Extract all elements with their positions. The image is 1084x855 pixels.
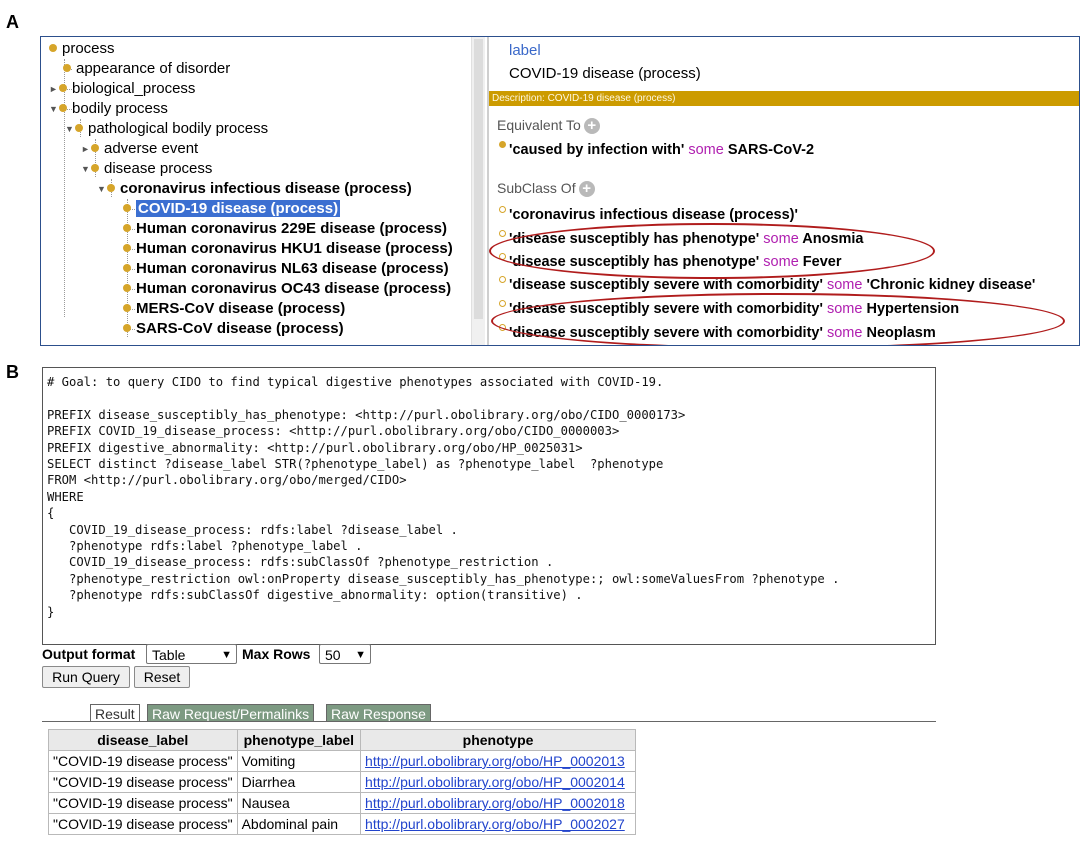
disease-label-cell: "COVID-19 disease process" [48, 813, 238, 835]
tree-node-mers-cov[interactable]: MERS-CoV disease (process) [123, 299, 345, 319]
class-bullet-icon [63, 64, 71, 73]
column-header: disease_label [48, 729, 238, 751]
class-bullet-icon [107, 184, 115, 193]
subclass-axiom[interactable]: 'disease susceptibly severe with comorbi… [499, 276, 1035, 293]
tree-node-biological-process[interactable]: ► biological_process [49, 79, 195, 99]
class-bullet-icon [91, 164, 99, 173]
axiom-bullet-icon [499, 276, 506, 283]
phenotype-label-cell: Nausea [236, 792, 362, 814]
max-rows-select[interactable]: 50 ▼ [319, 644, 371, 664]
tree-node-hcov-oc43[interactable]: Human coronavirus OC43 disease (process) [123, 279, 451, 299]
table-row: "COVID-19 disease process" Vomiting http… [48, 750, 637, 772]
class-description-pane: label COVID-19 disease (process) Descrip… [489, 37, 1079, 345]
chevron-down-icon: ▼ [221, 649, 232, 661]
sparql-query-editor[interactable]: # Goal: to query CIDO to find typical di… [42, 367, 936, 645]
equivalent-to-heading: Equivalent To + [497, 117, 600, 135]
table-row: "COVID-19 disease process" Nausea http:/… [48, 792, 637, 814]
output-format-select[interactable]: Table ▼ [146, 644, 237, 664]
expand-arrow-icon[interactable]: ► [49, 79, 59, 99]
class-hierarchy-tree: process appearance of disorder ► biologic… [41, 37, 475, 345]
class-bullet-icon [123, 284, 131, 293]
phenotype-cell: http://purl.obolibrary.org/obo/HP_000201… [360, 750, 637, 772]
disease-label-cell: "COVID-19 disease process" [48, 750, 238, 772]
axiom-bullet-icon [499, 141, 506, 148]
tree-node-appearance-of-disorder[interactable]: appearance of disorder [63, 59, 230, 79]
panel-b-letter: B [6, 362, 19, 382]
sparql-query-text[interactable]: # Goal: to query CIDO to find typical di… [43, 368, 935, 620]
tab-baseline [42, 721, 936, 722]
class-bullet-icon [123, 264, 131, 273]
phenotype-label-cell: Abdominal pain [236, 813, 362, 835]
tree-node-pathological-bodily-process[interactable]: ▼ pathological bodily process [65, 119, 268, 139]
tree-scrollbar[interactable] [471, 37, 485, 345]
phenotype-label-cell: Vomiting [236, 750, 362, 772]
tab-raw-request[interactable]: Raw Request/Permalinks [147, 704, 315, 722]
collapse-arrow-icon[interactable]: ▼ [49, 99, 59, 119]
tree-node-bodily-process[interactable]: ▼ bodily process [49, 99, 168, 119]
tree-node-process[interactable]: process [49, 39, 115, 59]
label-annotation-heading[interactable]: label [509, 42, 541, 59]
highlight-ellipse-phenotypes [489, 223, 935, 279]
column-header: phenotype [360, 729, 637, 751]
collapse-arrow-icon[interactable]: ▼ [81, 159, 91, 179]
phenotype-link[interactable]: http://purl.obolibrary.org/obo/HP_000201… [365, 753, 625, 769]
chevron-down-icon: ▼ [355, 649, 366, 661]
axiom-bullet-icon [499, 230, 506, 237]
phenotype-link[interactable]: http://purl.obolibrary.org/obo/HP_000202… [365, 816, 625, 832]
disease-label-cell: "COVID-19 disease process" [48, 792, 238, 814]
subclass-parent-axiom[interactable]: 'coronavirus infectious disease (process… [499, 206, 798, 223]
class-bullet-icon [59, 104, 67, 113]
collapse-arrow-icon[interactable]: ▼ [65, 119, 75, 139]
tree-node-covid-19-disease-selected[interactable]: COVID-19 disease (process) [123, 199, 341, 219]
table-row: "COVID-19 disease process" Diarrhea http… [48, 771, 637, 793]
tree-node-adverse-event[interactable]: ► adverse event [81, 139, 198, 159]
phenotype-cell: http://purl.obolibrary.org/obo/HP_000202… [360, 813, 637, 835]
class-bullet-icon [75, 124, 83, 133]
description-header-bar: Description: COVID-19 disease (process) [489, 91, 1079, 106]
panel-a-letter: A [6, 12, 19, 32]
class-bullet-icon [49, 44, 57, 53]
class-bullet-icon [59, 84, 67, 93]
tree-node-hcov-229e[interactable]: Human coronavirus 229E disease (process) [123, 219, 447, 239]
phenotype-link[interactable]: http://purl.obolibrary.org/obo/HP_000201… [365, 795, 625, 811]
class-bullet-icon [123, 304, 131, 313]
expand-arrow-icon[interactable]: ► [81, 139, 91, 159]
phenotype-cell: http://purl.obolibrary.org/obo/HP_000201… [360, 771, 637, 793]
axiom-bullet-icon [499, 300, 506, 307]
class-bullet-icon [123, 244, 131, 253]
highlight-ellipse-comorbidities [491, 293, 1065, 345]
axiom-bullet-icon [499, 206, 506, 213]
run-query-button[interactable]: Run Query [42, 666, 130, 688]
results-table: disease_label phenotype_label phenotype … [48, 729, 637, 835]
class-bullet-icon [123, 204, 131, 213]
table-header-row: disease_label phenotype_label phenotype [48, 729, 637, 751]
tree-node-sars-cov[interactable]: SARS-CoV disease (process) [123, 319, 344, 339]
class-bullet-icon [91, 144, 99, 153]
subclass-of-heading: SubClass Of + [497, 180, 595, 198]
reset-button[interactable]: Reset [134, 666, 190, 688]
tree-node-hcov-hku1[interactable]: Human coronavirus HKU1 disease (process) [123, 239, 453, 259]
tab-result[interactable]: Result [90, 704, 140, 722]
phenotype-label-cell: Diarrhea [236, 771, 362, 793]
column-header: phenotype_label [236, 729, 362, 751]
scrollbar-thumb[interactable] [474, 39, 483, 319]
collapse-arrow-icon[interactable]: ▼ [97, 179, 107, 199]
max-rows-label: Max Rows [242, 646, 311, 662]
tab-raw-response[interactable]: Raw Response [326, 704, 431, 722]
class-bullet-icon [123, 224, 131, 233]
tree-node-disease-process[interactable]: ▼ disease process [81, 159, 212, 179]
class-bullet-icon [123, 324, 131, 333]
protege-class-view: process appearance of disorder ► biologic… [40, 36, 1080, 346]
equivalent-axiom[interactable]: 'caused by infection with' some SARS-CoV… [499, 141, 814, 158]
tree-node-coronavirus-infectious-disease[interactable]: ▼ coronavirus infectious disease (process… [97, 179, 412, 199]
add-icon[interactable]: + [583, 118, 600, 135]
add-icon[interactable]: + [578, 181, 595, 198]
label-annotation-value: COVID-19 disease (process) [509, 65, 701, 82]
phenotype-link[interactable]: http://purl.obolibrary.org/obo/HP_000201… [365, 774, 625, 790]
table-row: "COVID-19 disease process" Abdominal pai… [48, 813, 637, 835]
tree-node-hcov-nl63[interactable]: Human coronavirus NL63 disease (process) [123, 259, 449, 279]
output-format-label: Output format [42, 646, 136, 662]
disease-label-cell: "COVID-19 disease process" [48, 771, 238, 793]
phenotype-cell: http://purl.obolibrary.org/obo/HP_000201… [360, 792, 637, 814]
